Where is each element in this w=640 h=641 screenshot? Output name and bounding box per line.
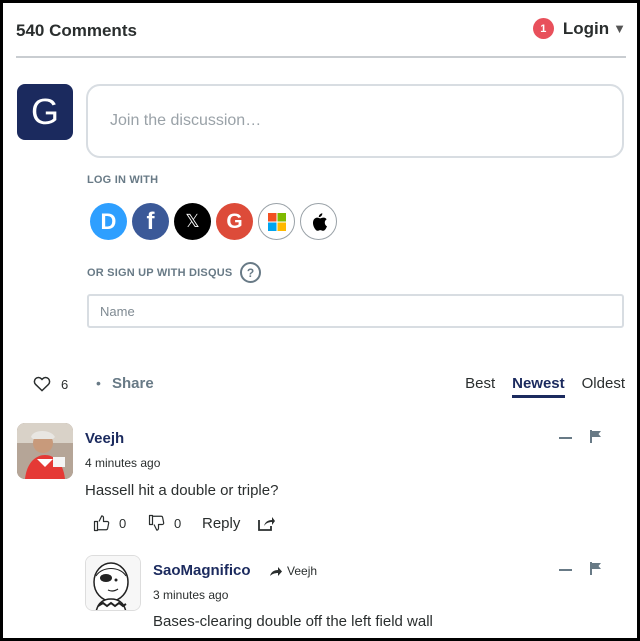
disqus-login-button[interactable]: D	[90, 203, 127, 240]
x-icon: 𝕏	[185, 211, 200, 231]
comments-header: 540 Comments 1 Login ▼	[16, 18, 626, 58]
comment-count: 540 Comments	[16, 21, 137, 40]
thread-actions: 6 • Share Best Newest Oldest	[33, 373, 625, 399]
google-login-button[interactable]: G	[216, 203, 253, 240]
thumbs-up-icon	[93, 515, 110, 532]
caret-down-icon[interactable]: ▼	[613, 21, 626, 36]
name-field[interactable]	[87, 294, 624, 328]
in-reply-to[interactable]: Veejh	[269, 564, 317, 578]
comment-author[interactable]: SaoMagnifico	[153, 562, 251, 579]
disqus-frame: 540 Comments 1 Login ▼ G Join the discus…	[0, 0, 640, 641]
thumbs-down-icon	[148, 514, 165, 531]
tab-newest[interactable]: Newest	[512, 375, 565, 398]
like-count: 6	[61, 377, 69, 392]
comment-text: Hassell hit a double or triple?	[85, 482, 279, 499]
disqus-icon: D	[100, 208, 117, 234]
guest-avatar: G	[17, 84, 73, 140]
help-icon[interactable]: ?	[240, 262, 261, 283]
tab-best[interactable]: Best	[465, 375, 495, 398]
login-label[interactable]: Login	[563, 19, 609, 39]
comment-author[interactable]: Veejh	[85, 430, 124, 447]
google-icon: G	[226, 209, 243, 233]
sort-tabs: Best Newest Oldest	[465, 375, 625, 398]
facebook-icon: f	[146, 207, 155, 235]
collapse-icon[interactable]	[559, 437, 572, 439]
x-login-button[interactable]: 𝕏	[174, 203, 211, 240]
login-menu[interactable]: 1 Login ▼	[532, 18, 626, 39]
discussion-input[interactable]: Join the discussion…	[86, 84, 624, 158]
microsoft-icon	[267, 212, 286, 231]
microsoft-login-button[interactable]	[258, 203, 295, 240]
facebook-login-button[interactable]: f	[132, 203, 169, 240]
comment-text: Bases-clearing double off the left field…	[153, 613, 433, 630]
collapse-icon[interactable]	[559, 569, 572, 571]
flag-icon[interactable]	[590, 562, 602, 575]
reply-button[interactable]: Reply	[202, 515, 240, 532]
upvote-count: 0	[119, 515, 127, 531]
avatar[interactable]	[17, 423, 73, 479]
comment-timestamp[interactable]: 3 minutes ago	[153, 588, 228, 602]
in-reply-to-author: Veejh	[287, 564, 318, 578]
log-in-with-label: LOG IN WITH	[87, 174, 159, 186]
sign-up-label: OR SIGN UP WITH DISQUS	[87, 267, 233, 279]
downvote-button[interactable]: 0	[148, 514, 181, 532]
notification-badge[interactable]: 1	[532, 18, 554, 39]
share-icon[interactable]	[258, 516, 275, 531]
comment-timestamp[interactable]: 4 minutes ago	[85, 456, 160, 470]
avatar[interactable]	[85, 555, 141, 611]
upvote-button[interactable]: 0	[93, 514, 126, 532]
flag-icon[interactable]	[590, 430, 602, 443]
tab-oldest[interactable]: Oldest	[582, 375, 625, 398]
apple-icon	[312, 212, 327, 231]
reply-arrow-icon	[270, 566, 282, 576]
downvote-count: 0	[174, 515, 182, 531]
apple-login-button[interactable]	[300, 203, 337, 240]
share-button[interactable]: Share	[112, 375, 154, 392]
heart-icon[interactable]	[33, 375, 51, 392]
separator-dot: •	[96, 375, 101, 391]
social-login-buttons: D f 𝕏 G	[90, 203, 337, 240]
